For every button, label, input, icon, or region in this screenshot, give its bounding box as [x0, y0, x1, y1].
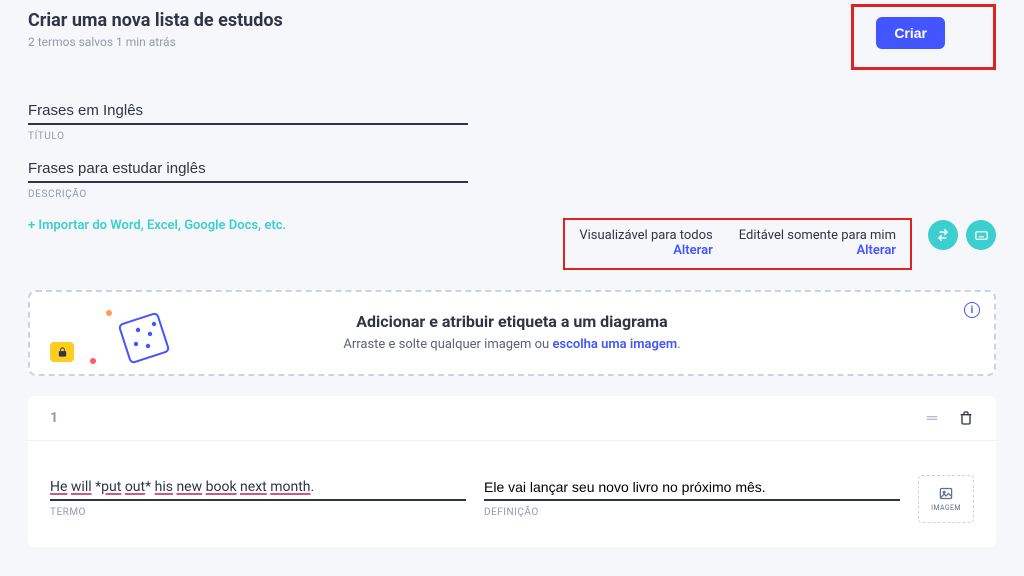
term-index: 1 [50, 410, 58, 426]
keyboard-icon [974, 228, 989, 243]
create-button[interactable]: Criar [876, 17, 945, 49]
premium-lock-badge [50, 342, 74, 362]
editability-change-link[interactable]: Alterar [739, 243, 896, 258]
term-input[interactable]: He will *put out* his new book next mont… [50, 475, 466, 501]
info-icon[interactable]: i [964, 302, 980, 318]
description-input[interactable] [28, 156, 468, 183]
save-status: 2 termos salvos 1 min atrás [28, 35, 283, 49]
editability-title: Editável somente para mim [739, 228, 896, 243]
diagram-dropzone[interactable]: i Adicionar e atribuir etiqueta a um dia… [28, 290, 996, 376]
decor-dot [90, 358, 96, 364]
definition-label: DEFINIÇÃO [484, 507, 900, 518]
page-title: Criar uma nova lista de estudos [28, 10, 283, 31]
term-card: 1 He will *put out* his new book next mo… [28, 396, 996, 547]
lock-icon [57, 346, 68, 358]
drag-handle-icon[interactable] [924, 410, 940, 426]
swap-icon [936, 228, 950, 242]
import-link[interactable]: + Importar do Word, Excel, Google Docs, … [28, 218, 286, 233]
image-icon [937, 486, 955, 501]
keyboard-button[interactable] [966, 220, 996, 250]
title-label: TÍTULO [28, 131, 996, 142]
definition-input[interactable] [484, 475, 900, 501]
decor-dot [106, 310, 112, 316]
visibility-change-link[interactable]: Alterar [579, 243, 712, 258]
visibility-title: Visualizável para todos [579, 228, 712, 243]
diagram-subtitle: Arraste e solte qualquer imagem ou escol… [70, 337, 954, 352]
description-label: DESCRIÇÃO [28, 189, 996, 200]
term-label: TERMO [50, 507, 466, 518]
choose-image-link[interactable]: escolha uma imagem [552, 337, 677, 352]
swap-button[interactable] [928, 220, 958, 250]
highlight-create: Criar [851, 4, 996, 70]
diagram-title: Adicionar e atribuir etiqueta a um diagr… [70, 312, 954, 331]
diagram-illustration-icon [116, 310, 172, 366]
title-input[interactable] [28, 98, 468, 125]
trash-icon[interactable] [958, 410, 974, 426]
add-image-button[interactable]: IMAGEM [918, 475, 974, 523]
highlight-permissions: Visualizável para todos Alterar Editável… [563, 218, 912, 270]
